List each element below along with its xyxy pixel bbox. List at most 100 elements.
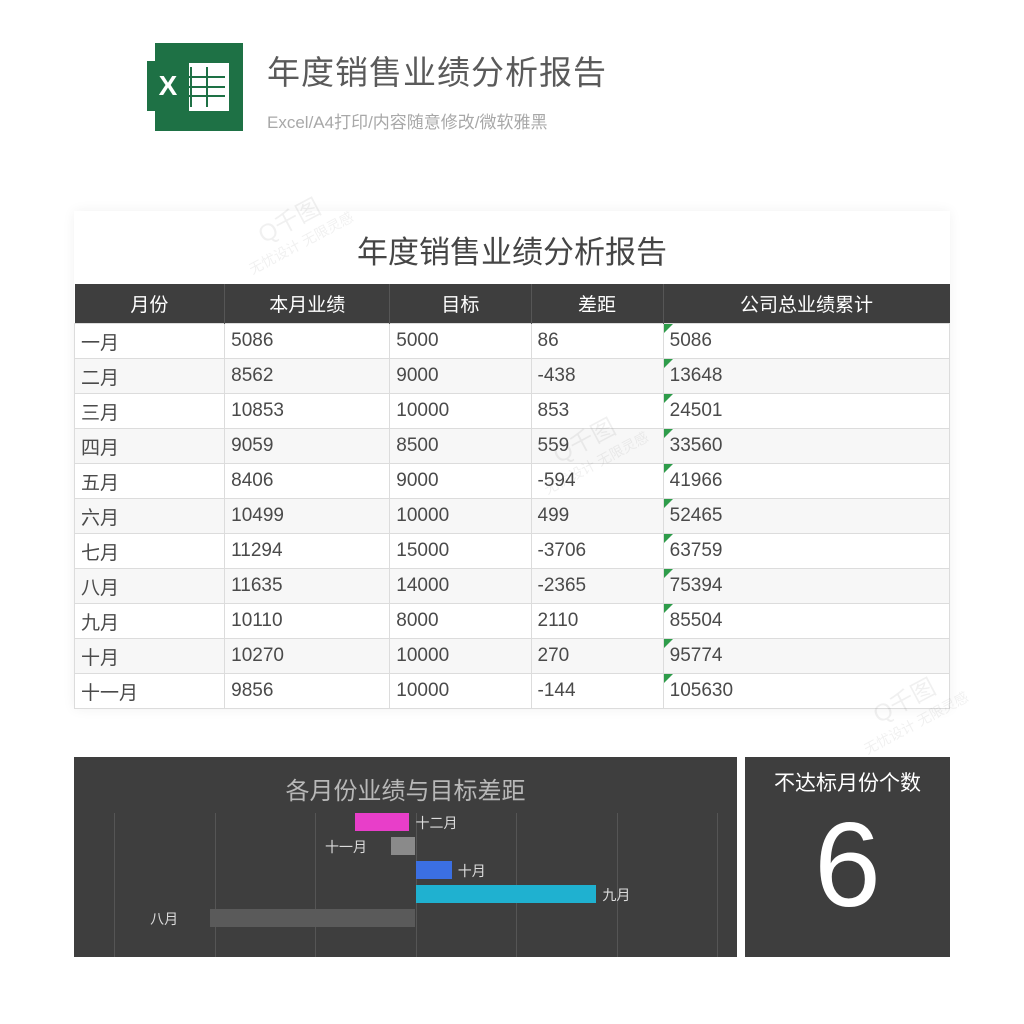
page-subtitle: Excel/A4打印/内容随意修改/微软雅黑 [267, 108, 607, 133]
chart-bar [416, 885, 597, 903]
table-cell: 9000 [390, 359, 531, 394]
table-row: 八月1163514000-236575394 [75, 569, 950, 604]
table-cell: 10853 [225, 394, 390, 429]
table-row: 十月102701000027095774 [75, 639, 950, 674]
table-row: 十一月985610000-144105630 [75, 674, 950, 709]
formula-indicator-icon [664, 674, 673, 683]
table-cell: 八月 [75, 569, 225, 604]
chart-area: 各月份业绩与目标差距 十二月十一月十月九月八月 不达标月份个数 6 [74, 757, 950, 957]
diff-chart-panel: 各月份业绩与目标差距 十二月十一月十月九月八月 [74, 757, 737, 957]
table-cell: 10000 [390, 394, 531, 429]
table-cell: 499 [531, 499, 663, 534]
table-cell: -2365 [531, 569, 663, 604]
sales-table: 月份 本月业绩 目标 差距 公司总业绩累计 一月50865000865086二月… [74, 284, 950, 709]
formula-indicator-icon [664, 324, 673, 333]
table-cell-cumulative: 5086 [663, 324, 949, 359]
formula-indicator-icon [664, 569, 673, 578]
table-row: 一月50865000865086 [75, 324, 950, 359]
chart-bar [391, 837, 415, 855]
table-cell: 86 [531, 324, 663, 359]
table-cell-cumulative: 52465 [663, 499, 949, 534]
formula-indicator-icon [664, 429, 673, 438]
col-header-perf: 本月业绩 [225, 284, 390, 324]
col-header-cum: 公司总业绩累计 [663, 284, 949, 324]
chart-bar-label: 十二月 [416, 813, 458, 833]
chart-bar-row: 十月 [114, 861, 717, 879]
table-cell: 10270 [225, 639, 390, 674]
table-cell-cumulative: 33560 [663, 429, 949, 464]
table-row: 七月1129415000-370663759 [75, 534, 950, 569]
formula-indicator-icon [664, 394, 673, 403]
table-cell: -144 [531, 674, 663, 709]
diff-chart-title: 各月份业绩与目标差距 [74, 771, 737, 806]
excel-icon: X [155, 43, 243, 131]
table-cell-cumulative: 13648 [663, 359, 949, 394]
table-cell: 5086 [225, 324, 390, 359]
chart-bar-row: 八月 [114, 909, 717, 927]
table-cell-cumulative: 75394 [663, 569, 949, 604]
chart-bar [355, 813, 409, 831]
col-header-diff: 差距 [531, 284, 663, 324]
chart-bar-row: 十一月 [114, 837, 717, 855]
table-cell: -3706 [531, 534, 663, 569]
table-cell: 8500 [390, 429, 531, 464]
kpi-title: 不达标月份个数 [745, 767, 950, 797]
kpi-panel: 不达标月份个数 6 [745, 757, 950, 957]
table-cell: 9000 [390, 464, 531, 499]
table-cell: 四月 [75, 429, 225, 464]
table-cell: 十一月 [75, 674, 225, 709]
table-row: 五月84069000-59441966 [75, 464, 950, 499]
table-cell-cumulative: 24501 [663, 394, 949, 429]
chart-bar-label: 十一月 [325, 837, 367, 857]
table-cell: 九月 [75, 604, 225, 639]
table-cell: 10000 [390, 639, 531, 674]
table-cell: -438 [531, 359, 663, 394]
table-cell-cumulative: 85504 [663, 604, 949, 639]
table-cell: 11635 [225, 569, 390, 604]
table-cell: 2110 [531, 604, 663, 639]
table-cell: 8562 [225, 359, 390, 394]
chart-bar [210, 909, 415, 927]
chart-bar-label: 十月 [458, 861, 486, 881]
formula-indicator-icon [664, 359, 673, 368]
table-row: 三月108531000085324501 [75, 394, 950, 429]
formula-indicator-icon [664, 499, 673, 508]
spreadsheet-preview: 年度销售业绩分析报告 月份 本月业绩 目标 差距 公司总业绩累计 一月50865… [74, 211, 950, 709]
chart-grid: 十二月十一月十月九月八月 [114, 813, 717, 957]
table-cell: 七月 [75, 534, 225, 569]
chart-bar-label: 八月 [150, 909, 178, 929]
formula-indicator-icon [664, 639, 673, 648]
col-header-month: 月份 [75, 284, 225, 324]
formula-indicator-icon [664, 604, 673, 613]
table-cell: 10499 [225, 499, 390, 534]
chart-bar-row: 九月 [114, 885, 717, 903]
chart-bar [416, 861, 452, 879]
table-cell: 8406 [225, 464, 390, 499]
formula-indicator-icon [664, 464, 673, 473]
table-row: 九月101108000211085504 [75, 604, 950, 639]
col-header-target: 目标 [390, 284, 531, 324]
table-cell: 二月 [75, 359, 225, 394]
table-cell-cumulative: 63759 [663, 534, 949, 569]
table-cell: 三月 [75, 394, 225, 429]
table-cell: 10000 [390, 674, 531, 709]
excel-icon-letter: X [147, 61, 189, 111]
sheet-title: 年度销售业绩分析报告 [74, 211, 950, 284]
table-cell: 10000 [390, 499, 531, 534]
chart-bar-row: 十二月 [114, 813, 717, 831]
table-cell: 14000 [390, 569, 531, 604]
table-cell-cumulative: 95774 [663, 639, 949, 674]
kpi-value: 6 [745, 805, 950, 925]
table-cell: 8000 [390, 604, 531, 639]
table-cell: 9856 [225, 674, 390, 709]
table-cell: 9059 [225, 429, 390, 464]
table-cell: 五月 [75, 464, 225, 499]
table-cell: 15000 [390, 534, 531, 569]
table-row: 四月9059850055933560 [75, 429, 950, 464]
table-cell: 10110 [225, 604, 390, 639]
table-cell: 一月 [75, 324, 225, 359]
table-row: 二月85629000-43813648 [75, 359, 950, 394]
table-cell-cumulative: 41966 [663, 464, 949, 499]
page-title: 年度销售业绩分析报告 [267, 46, 607, 94]
document-header: X 年度销售业绩分析报告 Excel/A4打印/内容随意修改/微软雅黑 [0, 0, 1024, 133]
